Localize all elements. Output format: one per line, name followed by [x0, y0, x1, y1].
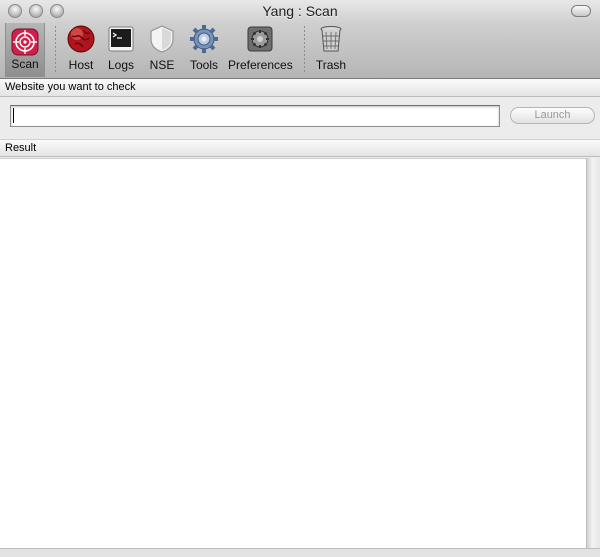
toolbar-toggle-button[interactable]: [571, 5, 591, 17]
app-window: Yang : Scan Scan Host Logs NSE Tools Pre…: [0, 0, 600, 557]
gear-icon: [190, 25, 218, 53]
toolbar-label-scan: Scan: [11, 57, 39, 71]
window-footer: [0, 548, 600, 557]
toolbar-item-host[interactable]: Host: [64, 24, 98, 74]
result-section-header: Result: [0, 139, 600, 157]
terminal-icon: [108, 26, 134, 52]
toolbar-label-nse: NSE: [149, 58, 175, 72]
toolbar-separator: [55, 26, 56, 72]
toolbar-separator: [304, 26, 305, 72]
shield-icon: [150, 25, 174, 53]
toolbar-item-trash[interactable]: Trash: [314, 24, 348, 74]
toolbar-label-host: Host: [68, 58, 94, 72]
title-toolbar: Yang : Scan Scan Host Logs NSE Tools Pre…: [0, 0, 600, 79]
toolbar-label-preferences: Preferences: [228, 58, 293, 72]
target-icon: [11, 28, 39, 56]
toolbar-label-trash: Trash: [315, 58, 347, 72]
website-input-row: Launch: [0, 97, 600, 139]
toolbar-item-logs[interactable]: Logs: [106, 24, 136, 74]
window-title: Yang : Scan: [262, 3, 338, 19]
globe-icon: [67, 25, 95, 53]
result-scrollbar[interactable]: [586, 158, 600, 548]
website-input[interactable]: [10, 105, 500, 127]
preferences-icon: [247, 26, 273, 52]
toolbar-label-tools: Tools: [189, 58, 218, 72]
toolbar-label-logs: Logs: [107, 58, 135, 72]
website-section-header: Website you want to check: [0, 79, 600, 97]
text-cursor: [13, 108, 14, 123]
toolbar-item-nse[interactable]: NSE: [146, 24, 178, 74]
trash-icon: [320, 26, 342, 52]
toolbar-item-preferences[interactable]: Preferences: [228, 24, 293, 74]
toolbar-item-tools[interactable]: Tools: [187, 24, 221, 74]
result-area[interactable]: [0, 158, 586, 549]
launch-button[interactable]: Launch: [510, 107, 595, 124]
toolbar-item-scan[interactable]: Scan: [5, 23, 45, 77]
